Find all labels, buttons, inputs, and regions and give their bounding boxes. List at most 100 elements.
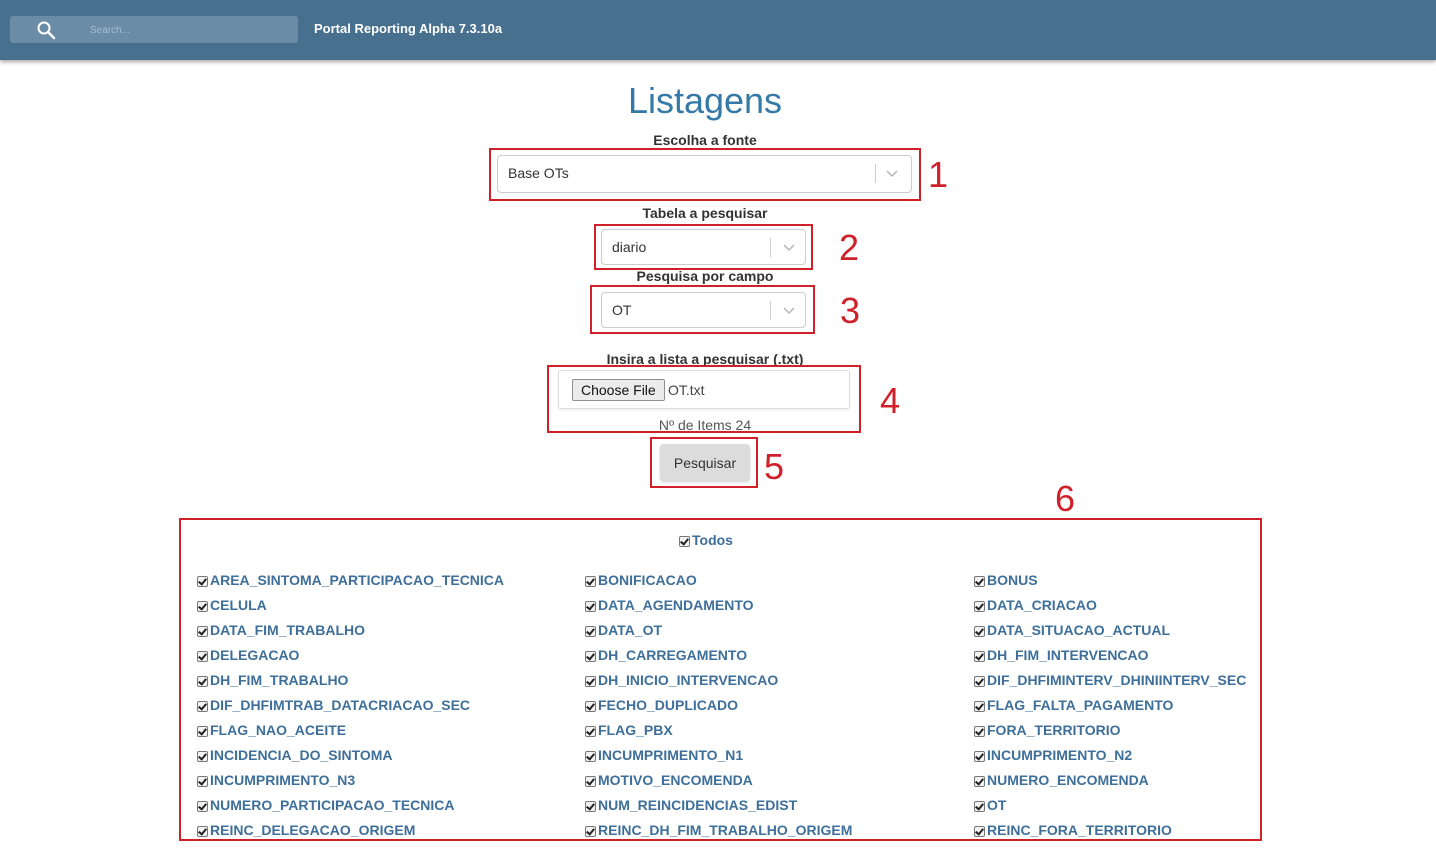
field-checkbox-item[interactable]: DATA_CRIACAO <box>974 596 1097 614</box>
table-select[interactable]: diario <box>601 229 806 265</box>
search-button[interactable]: Pesquisar <box>660 444 750 481</box>
field-checkbox-item[interactable]: AREA_SINTOMA_PARTICIPACAO_TECNICA <box>197 571 504 589</box>
checkbox-checked-icon[interactable] <box>585 650 596 662</box>
field-checkbox-label: INCIDENCIA_DO_SINTOMA <box>210 747 393 763</box>
field-checkbox-item[interactable]: FORA_TERRITORIO <box>974 721 1121 739</box>
field-checkbox-item[interactable]: INCUMPRIMENTO_N3 <box>197 771 355 789</box>
choose-file-button[interactable]: Choose File <box>572 379 665 401</box>
field-checkbox-item[interactable]: REINC_DELEGACAO_ORIGEM <box>197 821 415 839</box>
checkbox-checked-icon[interactable] <box>197 725 208 737</box>
field-checkbox-item[interactable]: DIF_DHFIMINTERV_DHINIINTERV_SEC <box>974 671 1246 689</box>
field-checkbox-label: INCUMPRIMENTO_N3 <box>210 772 356 788</box>
checkbox-checked-icon[interactable] <box>585 575 596 587</box>
field-checkbox-label: BONUS <box>987 572 1038 588</box>
checkbox-checked-icon[interactable] <box>974 650 985 662</box>
field-checkbox-label: DATA_AGENDAMENTO <box>598 597 754 613</box>
field-checkbox-item[interactable]: OT <box>974 796 1006 814</box>
checkbox-checked-icon[interactable] <box>197 675 208 687</box>
field-checkbox-item[interactable]: FLAG_FALTA_PAGAMENTO <box>974 696 1173 714</box>
checkbox-checked-icon[interactable] <box>974 575 985 587</box>
field-checkbox-label: DATA_FIM_TRABALHO <box>210 622 366 638</box>
checkbox-checked-icon[interactable] <box>197 825 208 837</box>
checkbox-checked-icon[interactable] <box>974 625 985 637</box>
field-checkbox-label: DH_FIM_TRABALHO <box>210 672 349 688</box>
field-checkbox-label: NUMERO_ENCOMENDA <box>987 772 1149 788</box>
search-input[interactable] <box>88 20 292 40</box>
field-checkbox-item[interactable]: BONIFICACAO <box>585 571 697 589</box>
page-title: Listagens <box>627 80 783 121</box>
field-checkbox-item[interactable]: DATA_OT <box>585 621 662 639</box>
checkbox-checked-icon[interactable] <box>974 725 985 737</box>
checkbox-checked-icon[interactable] <box>974 600 985 612</box>
source-select[interactable]: Base OTs <box>497 155 912 193</box>
checkbox-checked-icon[interactable] <box>974 750 985 762</box>
checkbox-checked-icon[interactable] <box>585 775 596 787</box>
field-checkbox-item[interactable]: DATA_FIM_TRABALHO <box>197 621 365 639</box>
checkbox-checked-icon[interactable] <box>197 775 208 787</box>
field-select[interactable]: OT <box>601 292 806 328</box>
checkbox-checked-icon[interactable] <box>197 600 208 612</box>
checkbox-checked-icon[interactable] <box>585 700 596 712</box>
field-checkbox-item[interactable]: NUM_REINCIDENCIAS_EDIST <box>585 796 797 814</box>
field-checkbox-label: DH_CARREGAMENTO <box>598 647 748 663</box>
checkbox-checked-icon[interactable] <box>974 825 985 837</box>
checkbox-checked-icon[interactable] <box>197 575 208 587</box>
field-checkbox-item[interactable]: NUMERO_ENCOMENDA <box>974 771 1149 789</box>
chevron-down-icon[interactable] <box>885 167 899 181</box>
field-checkbox-item[interactable]: DATA_AGENDAMENTO <box>585 596 754 614</box>
chevron-down-icon[interactable] <box>782 241 796 255</box>
search-icon[interactable] <box>36 20 56 40</box>
chevron-down-icon[interactable] <box>782 304 796 318</box>
checkbox-checked-icon[interactable] <box>197 625 208 637</box>
field-checkbox-item[interactable]: MOTIVO_ENCOMENDA <box>585 771 753 789</box>
field-checkbox-item[interactable]: FLAG_NAO_ACEITE <box>197 721 346 739</box>
select-all-checkbox[interactable]: Todos <box>679 532 733 548</box>
field-checkbox-item[interactable]: INCUMPRIMENTO_N1 <box>585 746 743 764</box>
field-checkbox-item[interactable]: BONUS <box>974 571 1038 589</box>
field-checkbox-item[interactable]: CELULA <box>197 596 267 614</box>
field-checkbox-item[interactable]: DH_FIM_TRABALHO <box>197 671 348 689</box>
field-checkbox-item[interactable]: DELEGACAO <box>197 646 299 664</box>
field-checkbox-label: INCUMPRIMENTO_N1 <box>598 747 744 763</box>
field-checkbox-item[interactable]: FLAG_PBX <box>585 721 673 739</box>
app-title: Portal Reporting Alpha 7.3.10a <box>314 21 503 36</box>
field-checkbox-item[interactable]: DIF_DHFIMTRAB_DATACRIACAO_SEC <box>197 696 470 714</box>
field-checkbox-label: BONIFICACAO <box>598 572 697 588</box>
field-checkbox-item[interactable]: DH_FIM_INTERVENCAO <box>974 646 1149 664</box>
field-checkbox-item[interactable]: DH_INICIO_INTERVENCAO <box>585 671 778 689</box>
field-checkbox-label: FLAG_NAO_ACEITE <box>210 722 347 738</box>
checkbox-checked-icon[interactable] <box>585 800 596 812</box>
checkbox-checked-icon[interactable] <box>585 725 596 737</box>
field-checkbox-item[interactable]: DH_CARREGAMENTO <box>585 646 747 664</box>
checkbox-checked-icon[interactable] <box>679 535 690 547</box>
field-checkbox-item[interactable]: REINC_DH_FIM_TRABALHO_ORIGEM <box>585 821 852 839</box>
field-checkbox-item[interactable]: INCIDENCIA_DO_SINTOMA <box>197 746 393 764</box>
field-checkbox-item[interactable]: FECHO_DUPLICADO <box>585 696 738 714</box>
field-checkbox-label: NUM_REINCIDENCIAS_EDIST <box>598 797 798 813</box>
checkbox-checked-icon[interactable] <box>585 750 596 762</box>
annotation-number-6: 6 <box>1055 478 1076 519</box>
field-checkbox-item[interactable]: INCUMPRIMENTO_N2 <box>974 746 1132 764</box>
top-bar: Portal Reporting Alpha 7.3.10a <box>0 0 1436 60</box>
checkbox-checked-icon[interactable] <box>974 800 985 812</box>
checkbox-checked-icon[interactable] <box>974 775 985 787</box>
field-checkbox-label: MOTIVO_ENCOMENDA <box>598 772 753 788</box>
checkbox-checked-icon[interactable] <box>585 625 596 637</box>
checkbox-checked-icon[interactable] <box>974 700 985 712</box>
file-name: OT.txt <box>668 382 705 398</box>
field-checkbox-item[interactable]: REINC_FORA_TERRITORIO <box>974 821 1172 839</box>
checkbox-checked-icon[interactable] <box>197 750 208 762</box>
checkbox-checked-icon[interactable] <box>197 800 208 812</box>
checkbox-checked-icon[interactable] <box>974 675 985 687</box>
field-checkbox-label: NUMERO_PARTICIPACAO_TECNICA <box>210 797 455 813</box>
checkbox-checked-icon[interactable] <box>585 600 596 612</box>
field-checkbox-label: DELEGACAO <box>210 647 300 663</box>
field-checkbox-item[interactable]: DATA_SITUACAO_ACTUAL <box>974 621 1170 639</box>
checkbox-checked-icon[interactable] <box>585 675 596 687</box>
checkbox-checked-icon[interactable] <box>585 825 596 837</box>
field-checkbox-item[interactable]: NUMERO_PARTICIPACAO_TECNICA <box>197 796 455 814</box>
checkbox-checked-icon[interactable] <box>197 650 208 662</box>
search-box[interactable] <box>10 16 298 43</box>
checkbox-checked-icon[interactable] <box>197 700 208 712</box>
annotation-number-2: 2 <box>839 227 860 268</box>
